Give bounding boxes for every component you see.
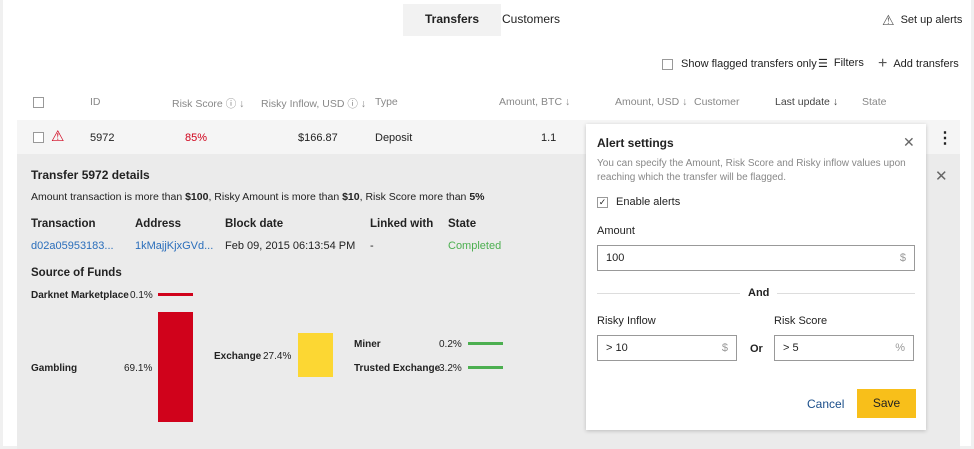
flagged-only-toggle[interactable]: Show flagged transfers only xyxy=(662,58,817,70)
alert-title: Alert settings xyxy=(597,136,674,150)
more-icon[interactable]: ⋮ xyxy=(937,128,953,148)
source-pct: 0.2% xyxy=(439,339,462,350)
col-id[interactable]: ID xyxy=(90,96,101,108)
enable-alerts-toggle[interactable]: ✓ Enable alerts xyxy=(597,196,680,208)
risk-score-input[interactable]: > 5% xyxy=(774,335,914,361)
source-bar xyxy=(468,342,503,345)
alert-description: You can specify the Amount, Risk Score a… xyxy=(597,158,906,183)
sort-icon: ↓ xyxy=(564,96,571,108)
sort-icon: ↓ xyxy=(360,98,367,110)
sort-icon: ↓ xyxy=(832,96,839,108)
hdr-state: State xyxy=(448,218,477,230)
info-icon[interactable]: ⓘ xyxy=(347,98,358,110)
source-bar xyxy=(158,293,193,296)
risk-label: Risk Score xyxy=(774,315,828,327)
amount-input[interactable]: 100 $ xyxy=(597,245,915,271)
check-icon[interactable]: ✓ xyxy=(597,196,608,208)
col-customer[interactable]: Customer xyxy=(694,96,740,108)
setup-alerts-label: Set up alerts xyxy=(900,14,963,26)
block-date: Feb 09, 2015 06:13:54 PM xyxy=(225,240,356,252)
state-value: Completed xyxy=(448,240,502,252)
row-btc: 1.1 xyxy=(541,132,557,144)
address-link[interactable]: 1kMajjKjxGVd... xyxy=(135,240,213,252)
source-bar xyxy=(468,366,503,369)
source-name: Exchange xyxy=(214,351,262,362)
filter-icon: ☰ xyxy=(818,58,828,70)
col-risk[interactable]: Risk Score ⓘ ↓ xyxy=(172,96,244,111)
flagged-label: Show flagged transfers only xyxy=(681,58,817,70)
cancel-button[interactable]: Cancel xyxy=(807,397,844,411)
sof-title: Source of Funds xyxy=(31,267,122,279)
amount-label: Amount xyxy=(597,225,635,237)
tab-customers[interactable]: Customers xyxy=(480,4,582,36)
hdr-block-date: Block date xyxy=(225,218,284,230)
warning-icon: ⚠ xyxy=(882,12,895,28)
source-bar xyxy=(298,333,333,377)
plus-icon: + xyxy=(878,55,888,72)
row-risk: 85% xyxy=(185,132,208,144)
source-name: Miner xyxy=(354,339,381,350)
add-transfers-button[interactable]: + Add transfers xyxy=(878,55,959,73)
hdr-linked: Linked with xyxy=(370,218,434,230)
source-name: Trusted Exchange xyxy=(354,363,441,374)
inflow-label: Risky Inflow xyxy=(597,315,656,327)
and-label: And xyxy=(740,287,778,299)
col-inflow[interactable]: Risky Inflow, USD ⓘ ↓ xyxy=(261,96,366,111)
row-checkbox[interactable] xyxy=(33,132,44,143)
or-label: Or xyxy=(750,343,763,355)
source-pct: 69.1% xyxy=(124,363,153,374)
col-btc-label: Amount, BTC xyxy=(499,96,563,108)
source-bar xyxy=(158,312,193,422)
setup-alerts-button[interactable]: ⚠ Set up alerts xyxy=(882,12,962,29)
alert-settings-panel: Alert settings ✕ You can specify the Amo… xyxy=(586,124,926,430)
col-last-label: Last update xyxy=(775,96,830,108)
filters-label: Filters xyxy=(833,57,864,69)
linked-with: - xyxy=(370,240,374,252)
risky-inflow-input[interactable]: > 10 $ xyxy=(597,335,737,361)
source-pct: 27.4% xyxy=(263,351,292,362)
source-name: Darknet Marketplace xyxy=(31,290,129,301)
source-pct: 3.2% xyxy=(439,363,462,374)
close-icon[interactable]: ✕ xyxy=(903,134,915,151)
col-state[interactable]: State xyxy=(862,96,887,108)
source-pct: 0.1% xyxy=(130,290,153,301)
source-name: Gambling xyxy=(31,363,78,374)
col-risk-label: Risk Score xyxy=(172,98,223,110)
sort-icon: ↓ xyxy=(682,96,688,108)
info-icon[interactable]: ⓘ xyxy=(226,98,237,110)
row-type: Deposit xyxy=(375,132,413,144)
col-inflow-label: Risky Inflow, USD xyxy=(261,98,345,110)
close-details-icon[interactable]: ✕ xyxy=(935,167,948,185)
transaction-link[interactable]: d02a05953183... xyxy=(31,240,114,252)
details-message: Amount transaction is more than $100, Ri… xyxy=(31,191,485,203)
col-last-update[interactable]: Last update ↓ xyxy=(775,96,838,108)
hdr-transaction: Transaction xyxy=(31,218,96,230)
row-inflow: $166.87 xyxy=(298,132,338,144)
col-usd[interactable]: Amount, USD ↓ xyxy=(615,96,687,108)
col-btc[interactable]: Amount, BTC ↓ xyxy=(499,96,570,108)
row-id: 5972 xyxy=(90,132,115,144)
sort-icon: ↓ xyxy=(239,98,245,110)
select-all-checkbox[interactable] xyxy=(33,97,44,108)
col-type[interactable]: Type xyxy=(375,96,398,108)
alert-icon: ⚠ xyxy=(51,128,65,145)
filters-button[interactable]: ☰ Filters xyxy=(818,57,864,70)
add-transfers-label: Add transfers xyxy=(893,58,959,70)
details-title: Transfer 5972 details xyxy=(31,168,150,182)
flagged-checkbox[interactable] xyxy=(662,58,673,70)
save-button[interactable]: Save xyxy=(857,389,916,418)
enable-alerts-label: Enable alerts xyxy=(616,196,681,208)
col-usd-label: Amount, USD xyxy=(615,96,680,108)
hdr-address: Address xyxy=(135,218,182,230)
